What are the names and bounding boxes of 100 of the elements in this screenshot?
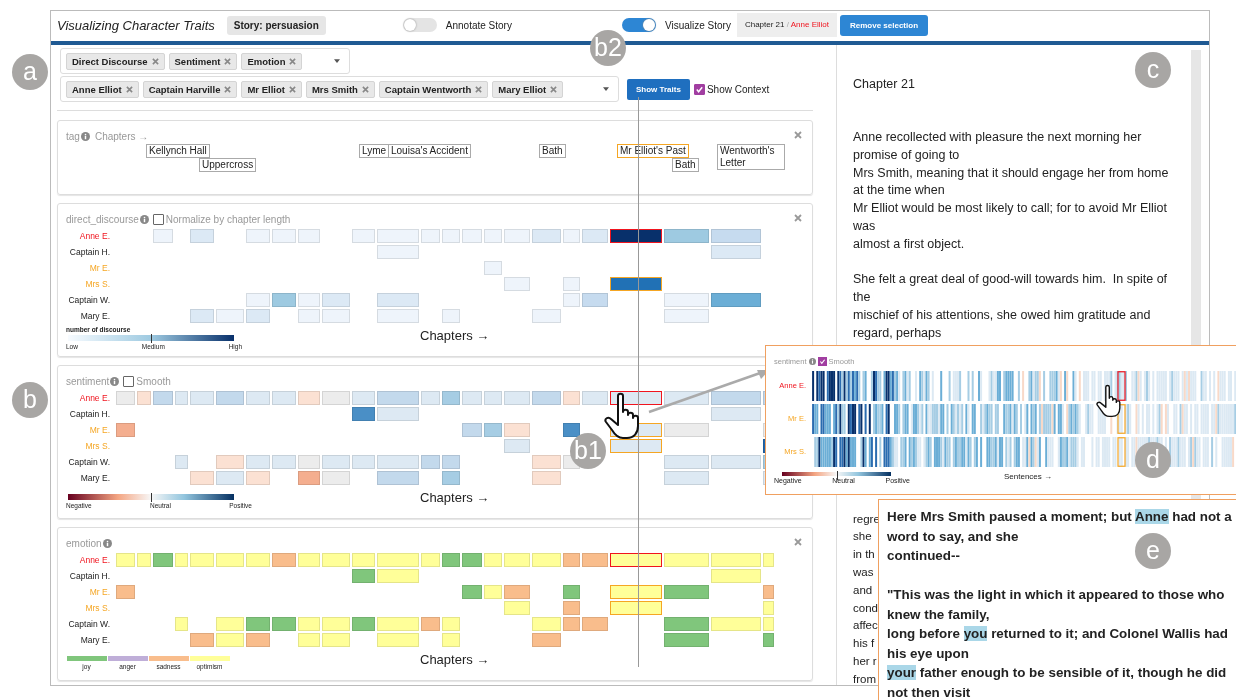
text-line: at the time when: [853, 182, 946, 200]
axis-label: Chapters →: [420, 490, 490, 505]
text-line: in th: [853, 547, 875, 563]
remove-icon[interactable]: [475, 85, 483, 93]
character-label: Anne E.: [78, 393, 110, 403]
info-icon[interactable]: [110, 376, 120, 386]
character-select[interactable]: Anne Elliot Captain Harville Mr Elliot Mrs Smith Captain Wentworth Mary Elliot: [60, 76, 619, 102]
remove-selection-button[interactable]: Remove selection: [840, 14, 929, 36]
checkbox[interactable]: [123, 375, 135, 387]
text-line: Mrs Smith, meaning that it should engage her from home: [853, 164, 1170, 182]
heatmap-cell[interactable]: [610, 553, 662, 567]
remove-icon[interactable]: [288, 85, 296, 93]
excerpt-line: his eye upon: [887, 644, 969, 663]
chapter-tag[interactable]: Wentworth's Letter: [717, 144, 785, 170]
checkbox[interactable]: [152, 213, 164, 225]
character-label: Mr E.: [88, 425, 110, 435]
callout-label: b2: [590, 30, 626, 66]
text-line: regre: [853, 511, 880, 527]
excerpt-line: "This was the light in which it appeared to those who: [887, 586, 1225, 604]
text-line: she: [853, 529, 872, 545]
toggle-switch[interactable]: [621, 18, 656, 32]
character-label: Mr E.: [88, 587, 110, 597]
character-chip: Captain Harville: [142, 80, 238, 98]
character-chip: Mr Elliot: [241, 80, 302, 98]
text-line: was: [853, 218, 877, 235]
chapter-tag[interactable]: Louisa's Accident: [388, 144, 471, 158]
checkbox[interactable]: [817, 356, 827, 366]
chapter-tag[interactable]: Uppercross: [199, 158, 257, 172]
callout-label: c: [1135, 52, 1171, 88]
heatmap-cell[interactable]: [610, 439, 662, 453]
heatmap-cell[interactable]: [610, 585, 662, 599]
text-line: the: [853, 289, 872, 307]
axis-label: Chapters →: [420, 328, 490, 343]
text-line: Mr Elliot would be most likely to call; for to avoid Mr Elliot: [853, 200, 1168, 218]
character-label: Captain H.: [68, 247, 110, 257]
text-line: and: [853, 582, 873, 598]
character-chip: Captain Wentworth: [378, 80, 489, 98]
heatmap-cell[interactable]: [610, 601, 662, 615]
toggle-label: Annotate Story: [445, 19, 512, 31]
info-icon[interactable]: [808, 357, 816, 365]
character-label: Mrs S.: [84, 279, 110, 289]
character-label: Mrs S.: [84, 441, 110, 451]
remove-icon[interactable]: [125, 85, 133, 93]
info-icon[interactable]: [102, 538, 112, 548]
text-line: mischief of his attentions, she owed him gratitude and: [853, 306, 1152, 324]
excerpt-line: Here Mrs Smith paused a moment; but Anne had not a: [887, 508, 1232, 526]
panel-title: tag: [66, 130, 80, 142]
panel-title: emotion: [66, 537, 102, 549]
remove-icon[interactable]: [151, 57, 159, 65]
chapter-tag[interactable]: Bath: [539, 144, 566, 158]
info-icon[interactable]: [139, 214, 149, 224]
text-line: cond: [853, 600, 878, 616]
separator-text: /: [786, 20, 789, 29]
axis-label: Sentences →: [1004, 472, 1053, 483]
text-line: affec: [853, 618, 878, 634]
axis-label: Chapters →: [94, 130, 149, 142]
remove-icon[interactable]: [224, 85, 232, 93]
panel-title: direct_discourse: [66, 213, 139, 225]
text-line: his f: [853, 636, 875, 652]
chapter-tag[interactable]: Lyme: [359, 144, 390, 158]
trait-select[interactable]: Direct Discourse Sentiment Emotion: [60, 48, 350, 74]
excerpt-line: long before you returned to it; and Colonel Wallis had: [887, 625, 1228, 643]
character-chip: Mary Elliot: [492, 80, 564, 98]
checkbox-label: Smooth: [136, 375, 171, 387]
info-icon[interactable]: [80, 131, 90, 141]
text-line: She felt a great deal of good-will towards him. In spite of: [853, 271, 1169, 289]
toggle-label: Visualize Story: [664, 19, 731, 31]
remove-icon[interactable]: [289, 57, 297, 65]
remove-icon[interactable]: [361, 85, 369, 93]
close-icon[interactable]: [794, 131, 802, 139]
caret-icon[interactable]: [603, 87, 609, 91]
callout-label: a: [12, 54, 48, 90]
remove-icon[interactable]: [550, 85, 558, 93]
character-label: Anne E.: [78, 231, 110, 241]
chapter-tag[interactable]: Bath: [672, 158, 699, 172]
close-icon[interactable]: [794, 214, 802, 222]
chapter-label: Chapter 21: [744, 20, 785, 29]
text-line: was: [853, 564, 874, 580]
excerpt-line: continued--: [887, 547, 960, 565]
excerpt-line: word to say, and she: [887, 527, 1019, 546]
character-label: Captain W.: [67, 619, 110, 629]
character-label: Captain H.: [68, 409, 110, 419]
character-label: Mr E.: [88, 263, 110, 273]
checkbox[interactable]: [693, 83, 705, 95]
character-label: Anne Elliot: [790, 20, 829, 29]
close-icon[interactable]: [794, 538, 802, 546]
chapter-tag[interactable]: Mr Elliot's Past: [617, 144, 689, 158]
toggle-switch[interactable]: [402, 18, 437, 32]
character-label: Captain W.: [67, 295, 110, 305]
trait-chip: Direct Discourse: [66, 52, 165, 70]
callout-label: b: [12, 382, 48, 418]
caret-icon[interactable]: [334, 59, 340, 63]
show-traits-button[interactable]: Show Traits: [627, 78, 690, 100]
axis-label: Chapters →: [420, 652, 490, 667]
panel-title: sentiment: [66, 375, 110, 387]
remove-icon[interactable]: [224, 57, 232, 65]
chapter-tag[interactable]: Kellynch Hall: [146, 144, 210, 158]
heatmap-cell[interactable]: [610, 229, 662, 243]
heatmap-cell[interactable]: [610, 277, 662, 291]
character-chip: Anne Elliot: [66, 80, 139, 98]
